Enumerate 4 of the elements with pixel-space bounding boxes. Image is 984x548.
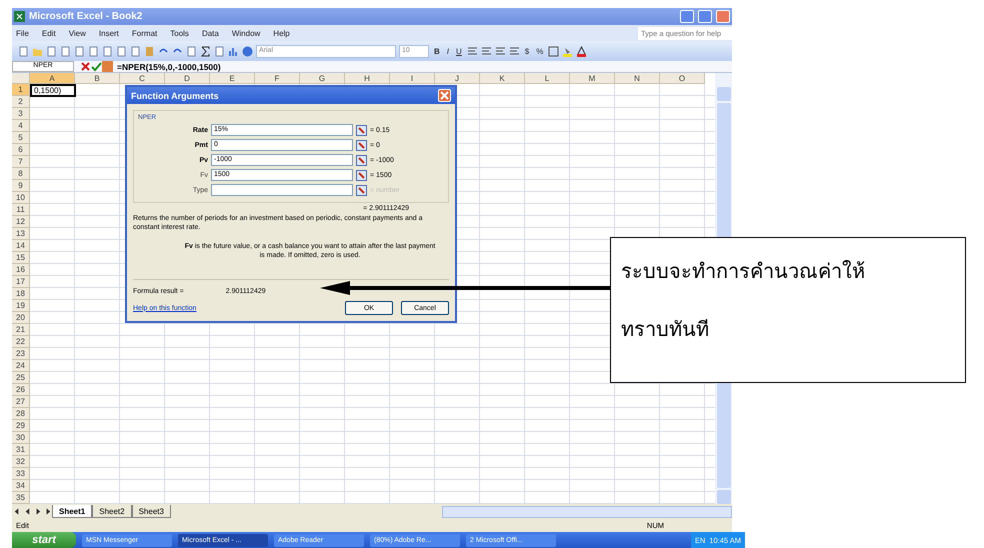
callout-text: ระบบจะทำการคำนวณค่าให้	[621, 260, 866, 284]
window-title: Microsoft Excel - Book2	[29, 11, 144, 22]
callout-text: ทราบทันที	[621, 318, 710, 342]
dialog-title: Function Arguments	[131, 90, 220, 100]
